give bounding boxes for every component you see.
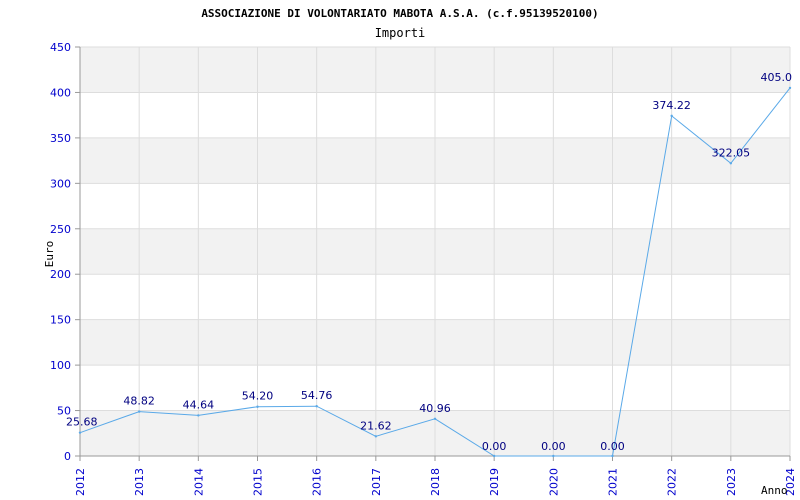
y-tick-label: 200 [50, 268, 71, 281]
data-label: 405.0 [761, 71, 793, 84]
y-axis-label: Euro [43, 241, 56, 268]
data-point [611, 454, 614, 458]
y-tick-label: 400 [50, 86, 71, 99]
data-label: 322.05 [712, 146, 751, 159]
data-point [552, 454, 555, 458]
data-point [78, 431, 82, 434]
data-label: 48.82 [123, 395, 155, 408]
x-tick-label: 2021 [607, 468, 620, 496]
y-tick-label: 350 [50, 132, 71, 145]
y-tick-label: 100 [50, 359, 71, 372]
data-label: 44.64 [183, 398, 215, 411]
data-point [788, 86, 792, 90]
data-label: 0.00 [482, 440, 507, 453]
data-point [315, 405, 318, 408]
y-tick-label: 0 [64, 450, 71, 463]
chart-title: ASSOCIAZIONE DI VOLONTARIATO MABOTA A.S.… [201, 7, 598, 20]
data-point [492, 454, 496, 458]
x-tick-label: 2020 [547, 468, 560, 496]
x-tick-label: 2017 [370, 468, 383, 496]
x-tick-label: 2023 [725, 468, 738, 496]
y-tick-label: 450 [50, 41, 71, 54]
data-point [137, 410, 141, 413]
x-tick-label: 2014 [192, 468, 205, 496]
y-tick-label: 250 [50, 223, 71, 236]
data-label: 0.00 [600, 440, 625, 453]
data-label: 40.96 [419, 402, 451, 415]
data-point [433, 417, 437, 420]
data-point [670, 114, 673, 118]
x-tick-label: 2012 [74, 468, 87, 496]
x-tick-label: 2015 [252, 468, 265, 496]
y-tick-label: 150 [50, 314, 71, 327]
data-label: 21.62 [360, 419, 392, 432]
line-chart: 050100150200250300350400450 2012 2013 2014… [43, 7, 797, 497]
data-label: 374.22 [652, 99, 691, 112]
y-tick-label: 300 [50, 177, 71, 190]
data-point [197, 414, 200, 417]
data-label: 0.00 [541, 440, 566, 453]
data-label: 54.20 [242, 390, 274, 403]
x-tick-labels: 2012 2013 2014 2015 2016 2017 2018 2019 2020 2021… [74, 468, 797, 496]
x-tick-label: 2019 [488, 468, 501, 496]
x-tick-label: 2016 [311, 468, 324, 496]
x-tick-label: 2022 [666, 468, 679, 496]
data-point [256, 405, 259, 408]
x-tick-label: 2018 [429, 468, 442, 496]
data-point [729, 162, 733, 165]
data-label: 54.76 [301, 389, 333, 402]
data-point [374, 435, 378, 438]
x-tick-label: 2013 [133, 468, 146, 496]
data-label: 25.68 [66, 416, 98, 429]
chart-subtitle: Importi [375, 26, 426, 40]
x-axis-label: Anno [761, 484, 788, 497]
